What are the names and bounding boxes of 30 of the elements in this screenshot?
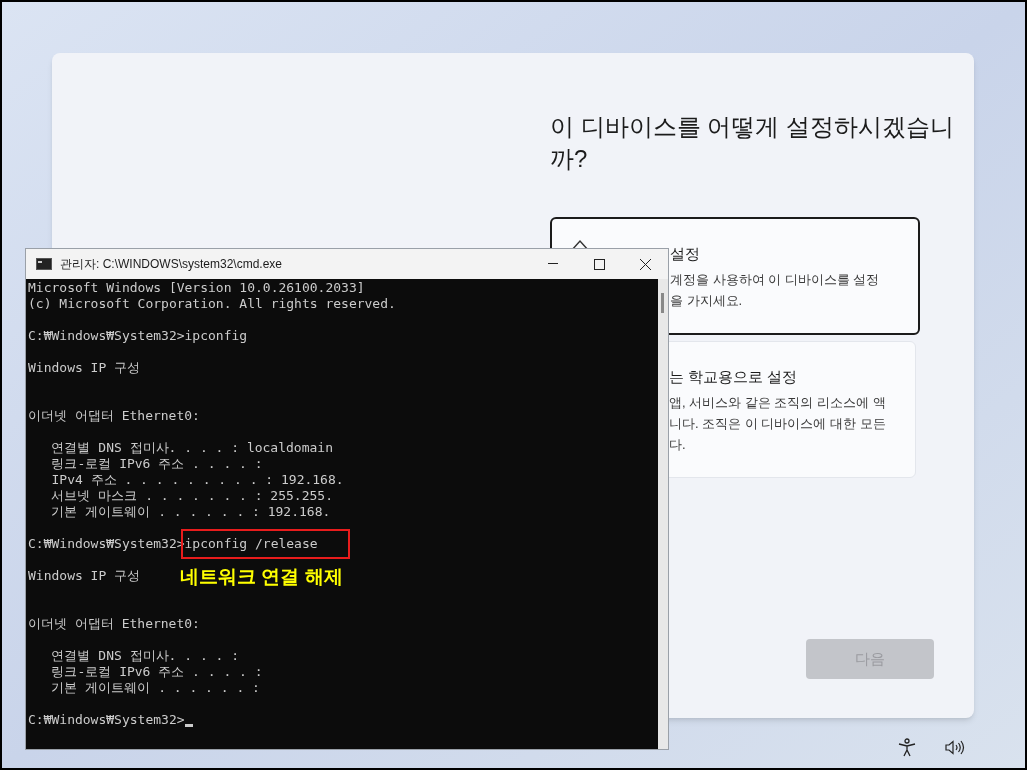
console-text: (c) Microsoft Corporation. All rights reserved.: [28, 296, 396, 311]
console-text: 연결별 DNS 접미사. . . . :: [50, 648, 240, 663]
console-text: 기본 게이트웨이 . . . . . . : 192.168.: [50, 504, 331, 519]
console-text: 링크-로컬 IPv6 주소 . . . . :: [50, 664, 263, 679]
option-title: 는 학교용으로 설정: [669, 367, 799, 387]
console-prompt: C:₩Windows₩System32>: [28, 712, 185, 728]
window-title: 관리자: C:\WINDOWS\system32\cmd.exe: [60, 256, 283, 273]
console-text: 기본 게이트웨이 . . . . . . :: [50, 680, 260, 695]
console-text: Windows IP 구성: [28, 360, 141, 375]
option-title: 설정: [670, 244, 701, 264]
console-text: Windows IP 구성: [28, 568, 141, 583]
annotation-text: 네트워크 연결 해제: [180, 569, 343, 585]
console-text: 이더넷 어댑터 Ethernet0:: [28, 616, 200, 631]
option-description: 계정을 사용하여 이 디바이스를 설정 을 가지세요.: [670, 271, 881, 310]
console-command: ipconfig: [184, 328, 248, 344]
console-prompt: C:₩Windows₩System32>: [28, 328, 185, 344]
volume-icon[interactable]: [945, 740, 965, 755]
console-text: 연결별 DNS 접미사. . . . : localdomain: [50, 440, 333, 455]
maximize-icon: [593, 258, 605, 270]
option-description: 앱, 서비스와 같은 조직의 리소스에 액 니다. 조직은 이 디바이스에 대한 모든 다.: [669, 394, 887, 454]
close-icon: [639, 258, 651, 270]
console-app-icon: [36, 258, 52, 270]
console-text: IPv4 주소 . . . . . . . . . : 192.168.: [50, 472, 344, 487]
console-text: Microsoft Windows [Version 10.0.26100.2033]: [28, 280, 365, 295]
console-text: 링크-로컬 IPv6 주소 . . . . :: [50, 456, 263, 471]
setup-title: 이 디바이스를 어떻게 설정하시겠습니까?: [550, 112, 955, 174]
minimize-icon: [548, 263, 558, 265]
console-text: 이더넷 어댑터 Ethernet0:: [28, 408, 200, 423]
console-text: 서브넷 마스크 . . . . . . . : 255.255.: [50, 488, 333, 503]
accessibility-icon[interactable]: [898, 738, 916, 757]
